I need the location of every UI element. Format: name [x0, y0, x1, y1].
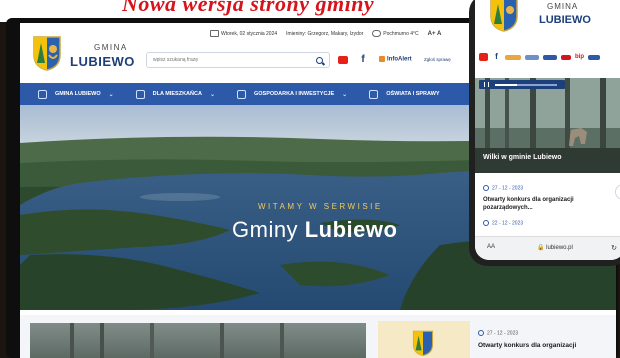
shield-icon [38, 89, 47, 99]
infoalert-link[interactable]: InfoAlert [379, 56, 412, 63]
phone-browser-bar: AA 🔒 lubiewo.pl ↻ [475, 236, 620, 260]
hero-welcome-small: WITAMY W SERWISIE [258, 202, 383, 211]
forest-photo[interactable] [30, 323, 366, 358]
nav-item-gmina[interactable]: GMINA LUBIEWO ⌄ [38, 89, 114, 99]
report-issue-link[interactable]: Zgłoś sprawę [424, 57, 451, 62]
partner-logo-icon[interactable] [543, 54, 557, 60]
search-icon[interactable] [316, 57, 323, 64]
phone-device: GMINA LUBIEWO f bip Wilki w gminie Lubie… [469, 0, 620, 266]
clock-icon [478, 330, 484, 336]
infoalert-icon [379, 56, 385, 62]
brand-name[interactable]: LUBIEWO [70, 54, 135, 69]
phone-slider-controls [479, 80, 565, 89]
gmina-crest-icon[interactable] [32, 35, 62, 71]
news-title[interactable]: Otwarty konkurs dla organizacji [478, 342, 576, 349]
nav-item-education[interactable]: OŚWIATA I SPRAWY [369, 89, 440, 99]
partner-logo-icon[interactable] [588, 54, 600, 60]
cloud-icon [372, 30, 382, 37]
youtube-icon[interactable] [336, 54, 350, 66]
phone-slide-caption[interactable]: Wilki w gminie Lubiewo [483, 154, 562, 161]
facebook-icon[interactable]: f [492, 53, 501, 61]
factory-icon [236, 89, 246, 99]
phone-header: GMINA LUBIEWO [475, 0, 620, 44]
phone-news-date: 22 - 12 - 2023 [483, 220, 523, 226]
clock-icon [483, 185, 489, 191]
clock-icon [483, 220, 489, 226]
reader-mode-button[interactable]: AA [487, 244, 495, 250]
phone-brand-gmina: GMINA [547, 2, 579, 11]
reload-icon[interactable]: ↻ [611, 244, 617, 252]
facebook-icon[interactable]: f [356, 54, 370, 66]
bip-link[interactable]: bip [575, 54, 584, 60]
headline-text: Nowa wersja strony gminy [122, 0, 375, 16]
info-bar: Wtorek, 02 stycznia 2024 Imieniny: Grzeg… [210, 30, 441, 37]
calendar-icon [210, 30, 219, 37]
search-input[interactable] [153, 57, 303, 63]
partner-logo-icon[interactable] [525, 54, 539, 60]
brand-gmina: GMINA [94, 43, 128, 52]
weather-info: Pochmurno 4°C [372, 30, 419, 37]
people-icon [135, 89, 145, 99]
news-strip: 27 - 12 - 2023 Otwarty konkurs dla organ… [20, 315, 616, 358]
search-box[interactable] [146, 52, 330, 68]
chevron-down-icon: ⌄ [209, 91, 215, 98]
phone-news-date: 27 - 12 - 2023 [483, 185, 523, 191]
partner-logo-icon[interactable] [561, 54, 571, 60]
font-size-toggle[interactable]: A+ A [428, 31, 442, 37]
news-card-crest[interactable] [378, 321, 470, 358]
youtube-icon[interactable] [479, 53, 488, 61]
gmina-crest-icon [412, 330, 434, 357]
news-date: 27 - 12 - 2023 [478, 330, 518, 336]
partner-logo-icon[interactable] [505, 54, 521, 60]
nav-item-residents[interactable]: DLA MIESZKAŃCA ⌄ [135, 89, 215, 99]
gmina-crest-icon[interactable] [489, 0, 519, 32]
lock-icon: 🔒 [537, 245, 547, 251]
phone-news-list: 27 - 12 - 2023 Otwarty konkurs dla organ… [475, 176, 620, 236]
date-info: Wtorek, 02 stycznia 2024 [210, 30, 277, 37]
phone-brand-name[interactable]: LUBIEWO [539, 14, 591, 26]
education-icon [369, 89, 379, 99]
chevron-down-icon: ⌄ [342, 91, 348, 98]
phone-news-title[interactable]: Otwarty konkurs dla organizacji pozarząd… [483, 196, 620, 212]
slider-progress[interactable] [495, 84, 557, 86]
nav-item-economy[interactable]: GOSPODARKA I INWESTYCJE ⌄ [236, 89, 348, 99]
phone-quick-links: f bip [475, 50, 620, 64]
chevron-down-icon: ⌄ [108, 91, 114, 98]
url-field[interactable]: 🔒 lubiewo.pl [537, 244, 573, 251]
pause-icon[interactable] [484, 82, 489, 87]
nameday-info: Imieniny: Grzegorz, Makary, Izydor [286, 30, 364, 37]
hero-welcome-title: Gminy Lubiewo [232, 217, 398, 242]
phone-screen: GMINA LUBIEWO f bip Wilki w gminie Lubie… [475, 0, 620, 260]
